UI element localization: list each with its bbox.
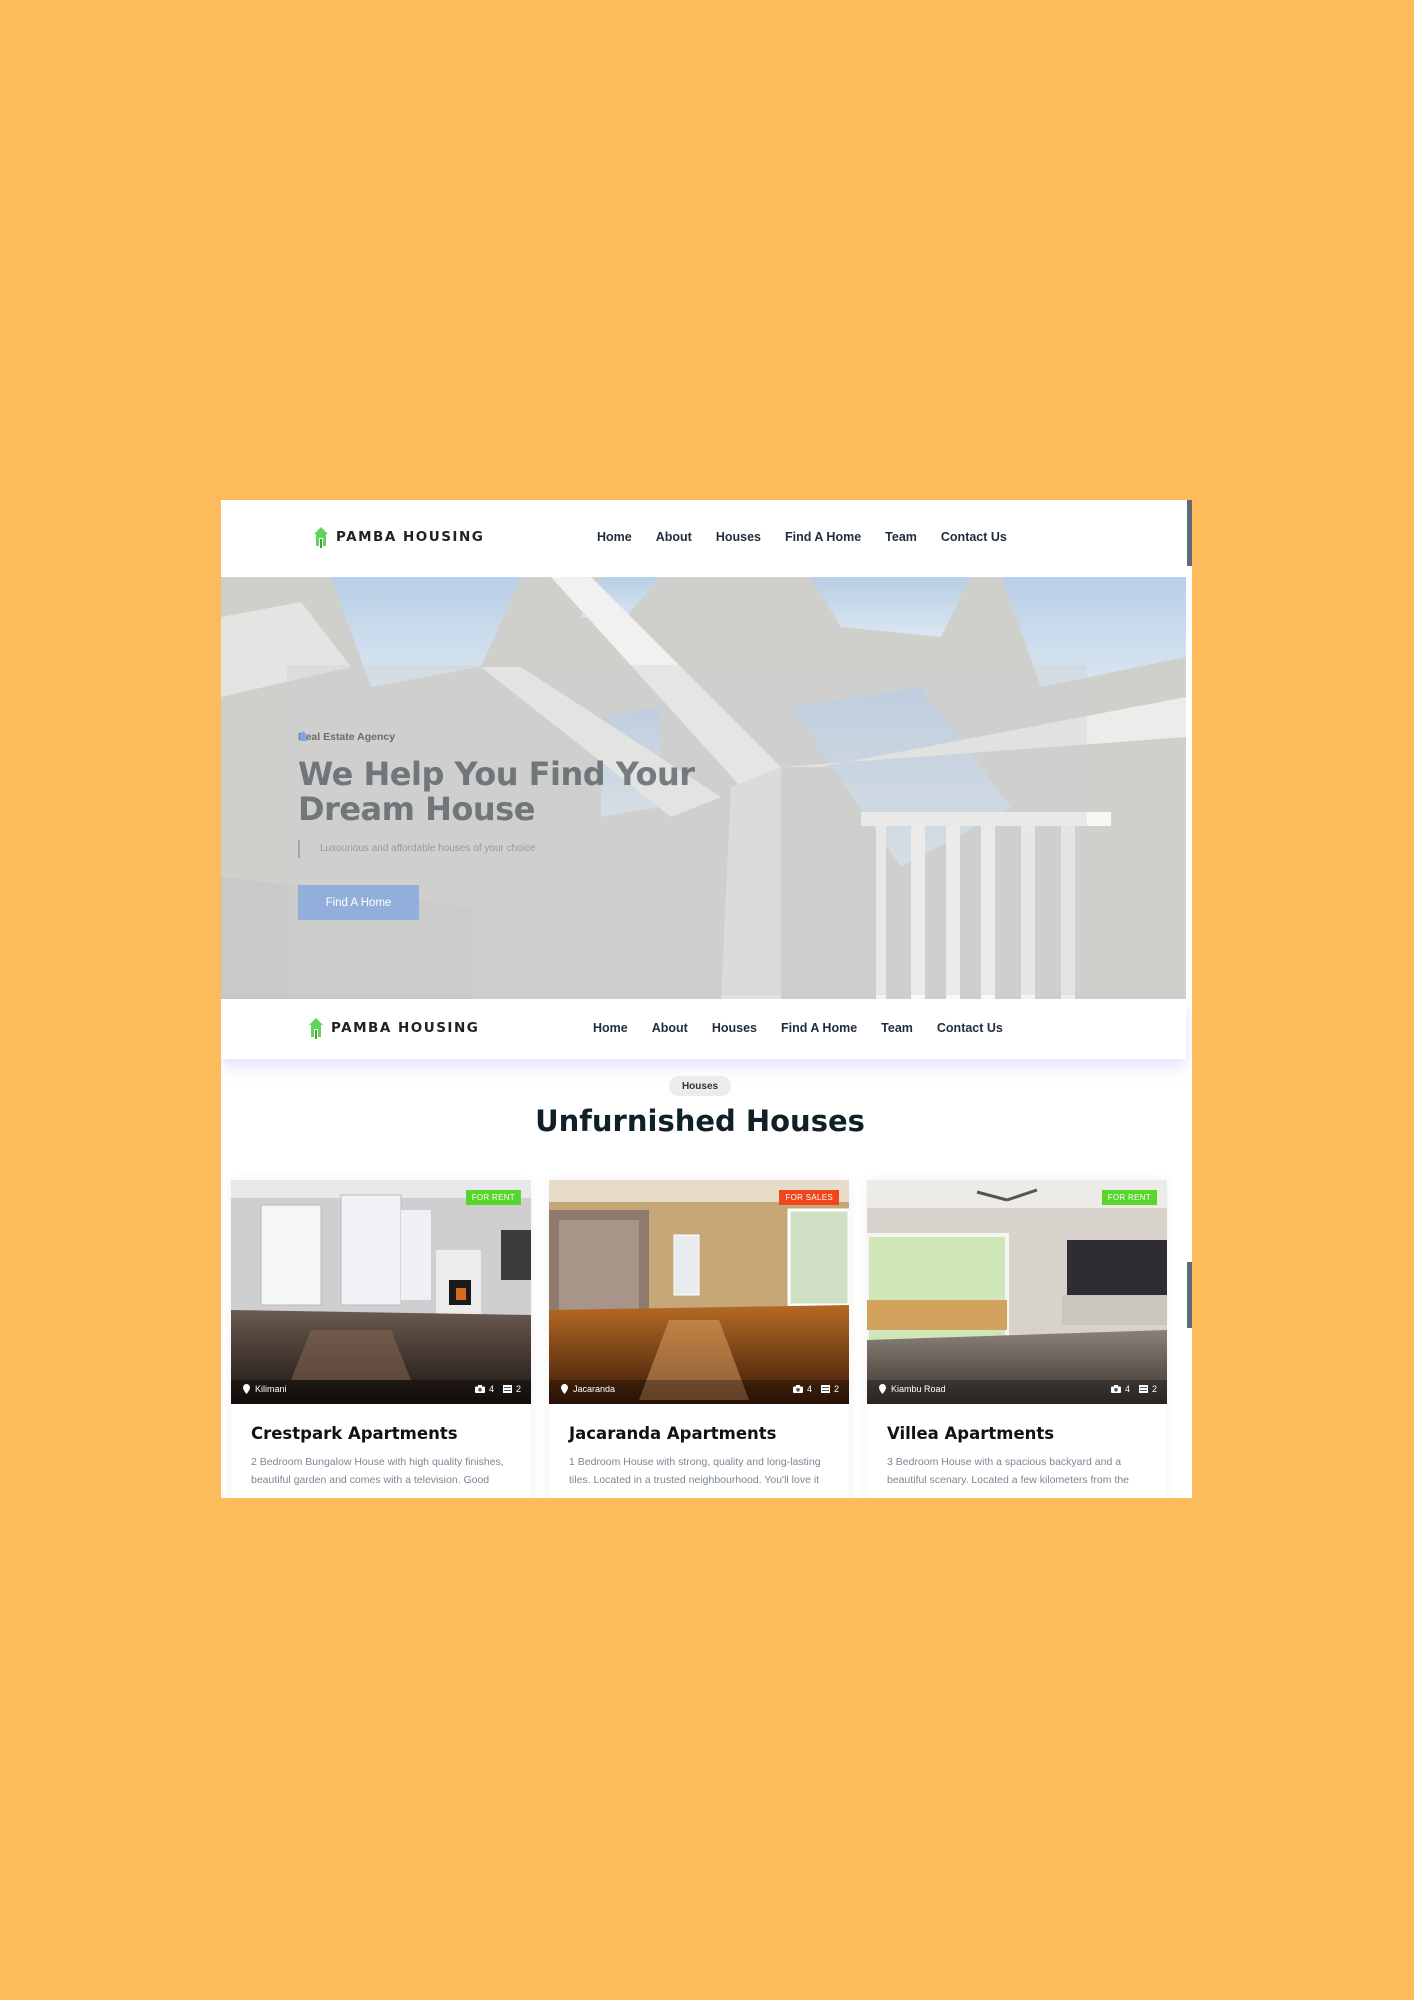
bed-icon	[502, 1385, 512, 1393]
hero-subtitle: Luxourious and affordable houses of your…	[298, 840, 536, 858]
location-label: Jacaranda	[573, 1384, 616, 1394]
location: Kilimani	[243, 1384, 287, 1394]
nav-houses[interactable]: Houses	[716, 530, 761, 544]
camera-icon	[1110, 1385, 1121, 1393]
house-tree-icon	[314, 527, 328, 548]
hero-overlay	[287, 665, 1087, 995]
house-tree-icon	[309, 1018, 323, 1039]
room-count: 2	[1151, 1384, 1157, 1394]
room-image	[867, 1180, 1167, 1404]
photo-count: 4	[1124, 1384, 1130, 1394]
house-title[interactable]: Crestpark Apartments	[251, 1424, 511, 1443]
house-stats: 4 2	[1110, 1384, 1157, 1394]
nav-houses[interactable]: Houses	[712, 1021, 757, 1035]
house-stats: 4 2	[474, 1384, 521, 1394]
brand-logo-sticky[interactable]: PAMBA HOUSING	[307, 1017, 479, 1039]
nav-about[interactable]: About	[656, 530, 692, 544]
brand-logo[interactable]: PAMBA HOUSING	[312, 526, 484, 548]
top-header: PAMBA HOUSING Home About Houses Find A H…	[221, 500, 1186, 577]
location-label: Kilimani	[255, 1384, 287, 1394]
location-label: Kiambu Road	[891, 1384, 946, 1394]
location: Kiambu Road	[879, 1384, 946, 1394]
camera-icon	[792, 1385, 803, 1393]
hero-tag: Real Estate Agency	[298, 731, 395, 743]
nav-contact-us[interactable]: Contact Us	[941, 530, 1007, 544]
house-card[interactable]: FOR RENT Kilimani 4 2 Crestpark Apartmen…	[231, 1180, 531, 1498]
house-title[interactable]: Villea Apartments	[887, 1424, 1147, 1443]
house-card[interactable]: FOR RENT Kiambu Road 4 2 Villea Apartmen…	[867, 1180, 1167, 1498]
hero-tag-label: Real Estate Agency	[298, 731, 396, 743]
house-stats: 4 2	[792, 1384, 839, 1394]
section-title: Unfurnished Houses	[535, 1104, 865, 1138]
find-a-home-button[interactable]: Find A Home	[298, 885, 419, 920]
house-description: 1 Bedroom House with strong, quality and…	[569, 1456, 821, 1486]
brand-name: PAMBA HOUSING	[331, 1020, 480, 1036]
room-count: 2	[515, 1384, 521, 1394]
scrollbar-thumb[interactable]	[1187, 1262, 1192, 1328]
house-photo[interactable]: FOR SALES Jacaranda 4 2	[549, 1180, 849, 1404]
nav-team[interactable]: Team	[881, 1021, 913, 1035]
status-badge: FOR RENT	[465, 1190, 521, 1205]
bed-icon	[820, 1385, 830, 1393]
map-pin-icon	[879, 1384, 886, 1394]
room-image	[231, 1180, 531, 1404]
house-description: 2 Bedroom Bungalow House with high quali…	[251, 1456, 504, 1486]
hero-title: We Help You Find Your Dream House	[298, 755, 695, 828]
sticky-nav: Home About Houses Find A Home Team Conta…	[593, 1021, 1003, 1035]
nav-team[interactable]: Team	[885, 530, 917, 544]
room-count: 2	[833, 1384, 839, 1394]
house-description: 3 Bedroom House with a spacious backyard…	[887, 1456, 1130, 1486]
browser-viewport: PAMBA HOUSING Home About Houses Find A H…	[221, 500, 1192, 1498]
nav-find-a-home[interactable]: Find A Home	[785, 530, 861, 544]
home-icon	[298, 731, 308, 741]
nav-find-a-home[interactable]: Find A Home	[781, 1021, 857, 1035]
house-photo[interactable]: FOR RENT Kilimani 4 2	[231, 1180, 531, 1404]
scrollbar-thumb[interactable]	[1187, 500, 1192, 566]
house-card[interactable]: FOR SALES Jacaranda 4 2 Jacaranda Apartm…	[549, 1180, 849, 1498]
bed-icon	[1138, 1385, 1148, 1393]
room-image	[549, 1180, 849, 1404]
nav-home[interactable]: Home	[597, 530, 632, 544]
map-pin-icon	[243, 1384, 250, 1394]
house-photo[interactable]: FOR RENT Kiambu Road 4 2	[867, 1180, 1167, 1404]
nav-about[interactable]: About	[652, 1021, 688, 1035]
photo-count: 4	[806, 1384, 812, 1394]
status-badge: FOR RENT	[1101, 1190, 1157, 1205]
status-badge: FOR SALES	[779, 1190, 839, 1205]
house-title[interactable]: Jacaranda Apartments	[569, 1424, 829, 1443]
brand-name: PAMBA HOUSING	[336, 529, 485, 545]
camera-icon	[474, 1385, 485, 1393]
main-nav: Home About Houses Find A Home Team Conta…	[597, 530, 1007, 544]
hero-section: Real Estate Agency We Help You Find Your…	[221, 577, 1186, 999]
nav-home[interactable]: Home	[593, 1021, 628, 1035]
location: Jacaranda	[561, 1384, 615, 1394]
sticky-header: PAMBA HOUSING Home About Houses Find A H…	[221, 999, 1186, 1059]
photo-count: 4	[488, 1384, 494, 1394]
section-pill: Houses	[669, 1076, 731, 1096]
map-pin-icon	[561, 1384, 568, 1394]
nav-contact-us[interactable]: Contact Us	[937, 1021, 1003, 1035]
